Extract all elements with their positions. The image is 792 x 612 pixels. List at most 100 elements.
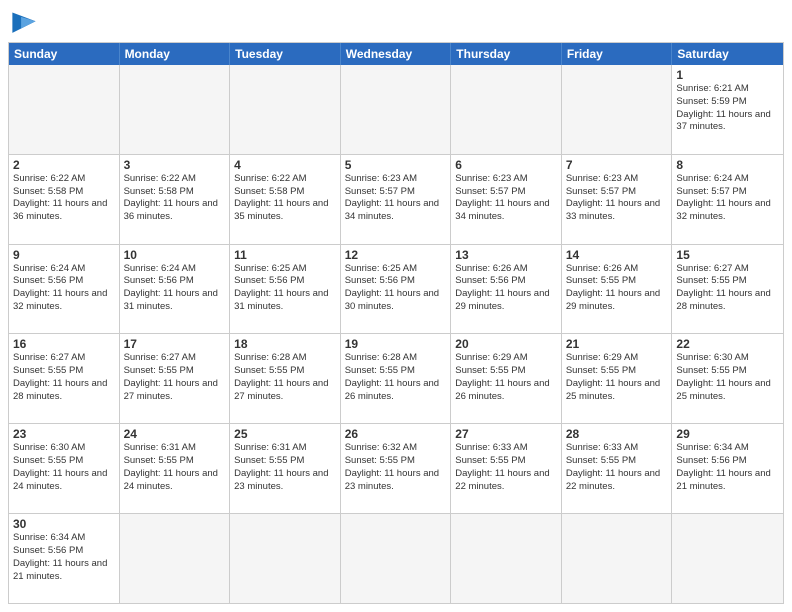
day-cell-30: 30Sunrise: 6:34 AM Sunset: 5:56 PM Dayli… xyxy=(9,514,120,603)
calendar-row-1: 2Sunrise: 6:22 AM Sunset: 5:58 PM Daylig… xyxy=(9,154,783,244)
day-info: Sunrise: 6:30 AM Sunset: 5:55 PM Dayligh… xyxy=(676,352,779,403)
day-number: 23 xyxy=(13,427,115,441)
day-cell-16: 16Sunrise: 6:27 AM Sunset: 5:55 PM Dayli… xyxy=(9,334,120,423)
day-cell-23: 23Sunrise: 6:30 AM Sunset: 5:55 PM Dayli… xyxy=(9,424,120,513)
day-cell-20: 20Sunrise: 6:29 AM Sunset: 5:55 PM Dayli… xyxy=(451,334,562,423)
day-info: Sunrise: 6:25 AM Sunset: 5:56 PM Dayligh… xyxy=(234,263,336,314)
day-info: Sunrise: 6:28 AM Sunset: 5:55 PM Dayligh… xyxy=(234,352,336,403)
day-number: 4 xyxy=(234,158,336,172)
day-number: 15 xyxy=(676,248,779,262)
day-number: 17 xyxy=(124,337,226,351)
day-info: Sunrise: 6:31 AM Sunset: 5:55 PM Dayligh… xyxy=(124,442,226,493)
day-number: 11 xyxy=(234,248,336,262)
day-cell-4: 4Sunrise: 6:22 AM Sunset: 5:58 PM Daylig… xyxy=(230,155,341,244)
day-cell-3: 3Sunrise: 6:22 AM Sunset: 5:58 PM Daylig… xyxy=(120,155,231,244)
calendar: SundayMondayTuesdayWednesdayThursdayFrid… xyxy=(8,42,784,604)
day-cell-6: 6Sunrise: 6:23 AM Sunset: 5:57 PM Daylig… xyxy=(451,155,562,244)
header-day-friday: Friday xyxy=(562,43,673,65)
header-day-thursday: Thursday xyxy=(451,43,562,65)
empty-cell xyxy=(230,65,341,154)
day-cell-18: 18Sunrise: 6:28 AM Sunset: 5:55 PM Dayli… xyxy=(230,334,341,423)
header-day-wednesday: Wednesday xyxy=(341,43,452,65)
day-info: Sunrise: 6:34 AM Sunset: 5:56 PM Dayligh… xyxy=(676,442,779,493)
calendar-row-3: 16Sunrise: 6:27 AM Sunset: 5:55 PM Dayli… xyxy=(9,333,783,423)
day-cell-13: 13Sunrise: 6:26 AM Sunset: 5:56 PM Dayli… xyxy=(451,245,562,334)
day-cell-15: 15Sunrise: 6:27 AM Sunset: 5:55 PM Dayli… xyxy=(672,245,783,334)
calendar-row-4: 23Sunrise: 6:30 AM Sunset: 5:55 PM Dayli… xyxy=(9,423,783,513)
day-number: 16 xyxy=(13,337,115,351)
day-info: Sunrise: 6:26 AM Sunset: 5:56 PM Dayligh… xyxy=(455,263,557,314)
empty-cell xyxy=(451,514,562,603)
empty-cell xyxy=(672,514,783,603)
day-cell-7: 7Sunrise: 6:23 AM Sunset: 5:57 PM Daylig… xyxy=(562,155,673,244)
day-info: Sunrise: 6:31 AM Sunset: 5:55 PM Dayligh… xyxy=(234,442,336,493)
day-info: Sunrise: 6:22 AM Sunset: 5:58 PM Dayligh… xyxy=(234,173,336,224)
day-cell-17: 17Sunrise: 6:27 AM Sunset: 5:55 PM Dayli… xyxy=(120,334,231,423)
day-cell-29: 29Sunrise: 6:34 AM Sunset: 5:56 PM Dayli… xyxy=(672,424,783,513)
day-number: 6 xyxy=(455,158,557,172)
day-info: Sunrise: 6:29 AM Sunset: 5:55 PM Dayligh… xyxy=(566,352,668,403)
day-number: 19 xyxy=(345,337,447,351)
day-info: Sunrise: 6:25 AM Sunset: 5:56 PM Dayligh… xyxy=(345,263,447,314)
header-day-sunday: Sunday xyxy=(9,43,120,65)
day-cell-9: 9Sunrise: 6:24 AM Sunset: 5:56 PM Daylig… xyxy=(9,245,120,334)
empty-cell xyxy=(341,514,452,603)
day-info: Sunrise: 6:23 AM Sunset: 5:57 PM Dayligh… xyxy=(566,173,668,224)
empty-cell xyxy=(341,65,452,154)
day-number: 10 xyxy=(124,248,226,262)
day-number: 12 xyxy=(345,248,447,262)
day-number: 25 xyxy=(234,427,336,441)
day-cell-14: 14Sunrise: 6:26 AM Sunset: 5:55 PM Dayli… xyxy=(562,245,673,334)
empty-cell xyxy=(9,65,120,154)
day-number: 27 xyxy=(455,427,557,441)
day-info: Sunrise: 6:24 AM Sunset: 5:56 PM Dayligh… xyxy=(13,263,115,314)
day-cell-28: 28Sunrise: 6:33 AM Sunset: 5:55 PM Dayli… xyxy=(562,424,673,513)
day-info: Sunrise: 6:24 AM Sunset: 5:56 PM Dayligh… xyxy=(124,263,226,314)
day-cell-12: 12Sunrise: 6:25 AM Sunset: 5:56 PM Dayli… xyxy=(341,245,452,334)
calendar-header: SundayMondayTuesdayWednesdayThursdayFrid… xyxy=(9,43,783,65)
logo xyxy=(8,8,44,36)
day-number: 29 xyxy=(676,427,779,441)
day-info: Sunrise: 6:28 AM Sunset: 5:55 PM Dayligh… xyxy=(345,352,447,403)
header-day-saturday: Saturday xyxy=(672,43,783,65)
header xyxy=(8,8,784,36)
calendar-row-5: 30Sunrise: 6:34 AM Sunset: 5:56 PM Dayli… xyxy=(9,513,783,603)
empty-cell xyxy=(120,65,231,154)
day-cell-8: 8Sunrise: 6:24 AM Sunset: 5:57 PM Daylig… xyxy=(672,155,783,244)
day-cell-19: 19Sunrise: 6:28 AM Sunset: 5:55 PM Dayli… xyxy=(341,334,452,423)
logo-icon xyxy=(8,8,40,36)
day-number: 26 xyxy=(345,427,447,441)
day-info: Sunrise: 6:27 AM Sunset: 5:55 PM Dayligh… xyxy=(676,263,779,314)
day-cell-26: 26Sunrise: 6:32 AM Sunset: 5:55 PM Dayli… xyxy=(341,424,452,513)
empty-cell xyxy=(120,514,231,603)
day-info: Sunrise: 6:30 AM Sunset: 5:55 PM Dayligh… xyxy=(13,442,115,493)
day-cell-27: 27Sunrise: 6:33 AM Sunset: 5:55 PM Dayli… xyxy=(451,424,562,513)
day-info: Sunrise: 6:34 AM Sunset: 5:56 PM Dayligh… xyxy=(13,532,115,583)
day-info: Sunrise: 6:22 AM Sunset: 5:58 PM Dayligh… xyxy=(124,173,226,224)
day-number: 13 xyxy=(455,248,557,262)
empty-cell xyxy=(562,65,673,154)
day-number: 24 xyxy=(124,427,226,441)
day-number: 8 xyxy=(676,158,779,172)
page: SundayMondayTuesdayWednesdayThursdayFrid… xyxy=(0,0,792,612)
day-number: 7 xyxy=(566,158,668,172)
day-info: Sunrise: 6:29 AM Sunset: 5:55 PM Dayligh… xyxy=(455,352,557,403)
day-number: 30 xyxy=(13,517,115,531)
empty-cell xyxy=(451,65,562,154)
day-info: Sunrise: 6:26 AM Sunset: 5:55 PM Dayligh… xyxy=(566,263,668,314)
day-cell-5: 5Sunrise: 6:23 AM Sunset: 5:57 PM Daylig… xyxy=(341,155,452,244)
day-number: 21 xyxy=(566,337,668,351)
empty-cell xyxy=(562,514,673,603)
day-info: Sunrise: 6:23 AM Sunset: 5:57 PM Dayligh… xyxy=(345,173,447,224)
day-cell-24: 24Sunrise: 6:31 AM Sunset: 5:55 PM Dayli… xyxy=(120,424,231,513)
calendar-row-0: 1Sunrise: 6:21 AM Sunset: 5:59 PM Daylig… xyxy=(9,65,783,154)
empty-cell xyxy=(230,514,341,603)
day-number: 3 xyxy=(124,158,226,172)
day-info: Sunrise: 6:27 AM Sunset: 5:55 PM Dayligh… xyxy=(13,352,115,403)
day-info: Sunrise: 6:27 AM Sunset: 5:55 PM Dayligh… xyxy=(124,352,226,403)
day-info: Sunrise: 6:23 AM Sunset: 5:57 PM Dayligh… xyxy=(455,173,557,224)
day-number: 1 xyxy=(676,68,779,82)
day-info: Sunrise: 6:33 AM Sunset: 5:55 PM Dayligh… xyxy=(566,442,668,493)
day-info: Sunrise: 6:24 AM Sunset: 5:57 PM Dayligh… xyxy=(676,173,779,224)
day-cell-21: 21Sunrise: 6:29 AM Sunset: 5:55 PM Dayli… xyxy=(562,334,673,423)
